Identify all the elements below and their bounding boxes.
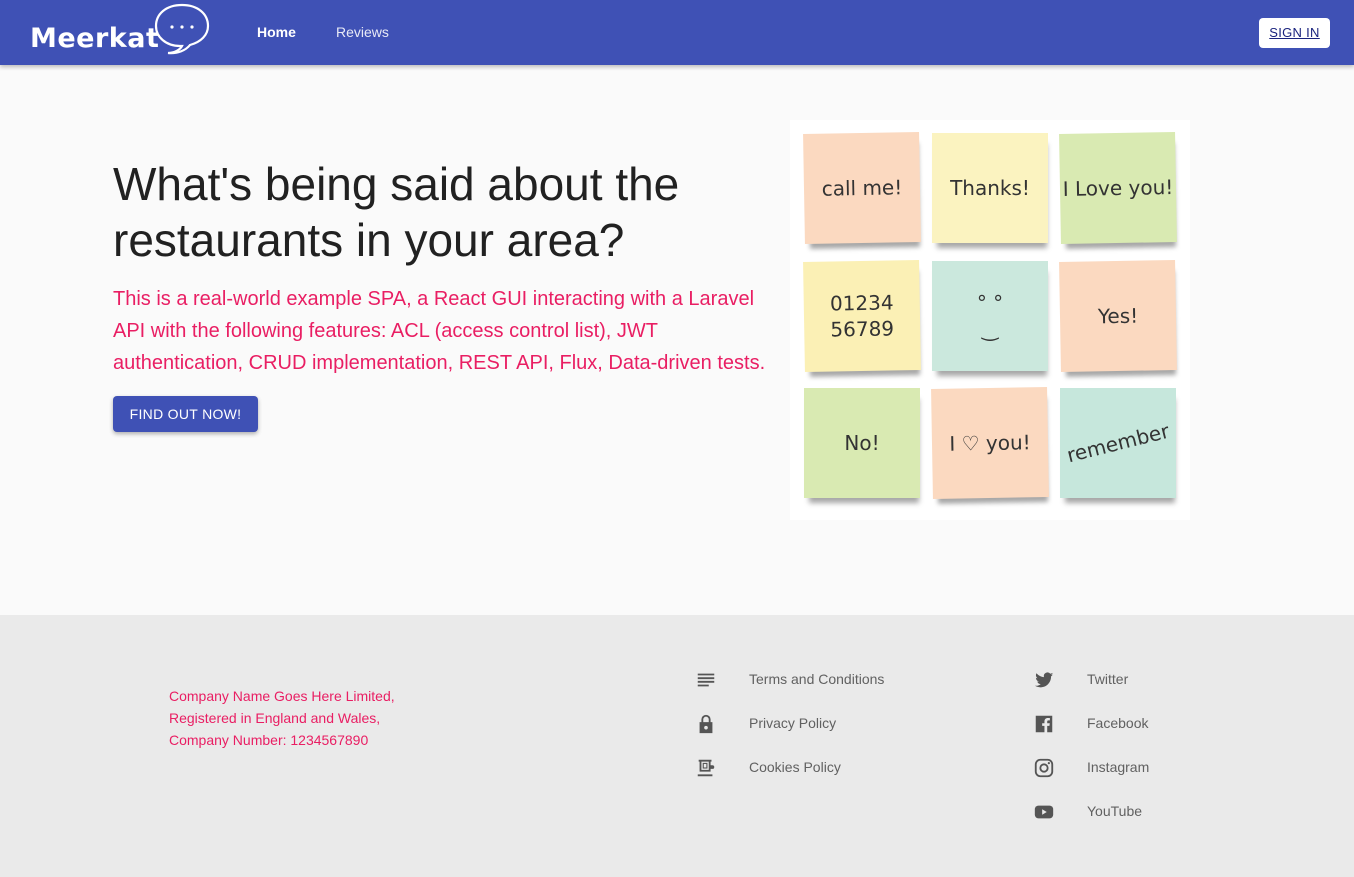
youtube-link[interactable]: YouTube xyxy=(1033,800,1142,824)
instagram-icon xyxy=(1034,758,1054,778)
sticky-note: call me! xyxy=(803,131,921,245)
note-text: 01234 56789 xyxy=(829,290,895,342)
sticky-notes-image: call me! Thanks! I Love you! 01234 56789… xyxy=(790,120,1190,520)
notes-icon xyxy=(697,673,715,687)
logo-text: Meerkat xyxy=(30,23,160,54)
company-line: Company Name Goes Here Limited, xyxy=(169,688,395,704)
note-text: ° ° ‿ xyxy=(976,291,1004,341)
hero-description: This is a real-world example SPA, a Reac… xyxy=(113,288,766,374)
coffee-icon xyxy=(697,759,715,777)
twitter-link[interactable]: Twitter xyxy=(1033,668,1128,692)
cookies-link[interactable]: Cookies Policy xyxy=(695,756,841,780)
note-text: call me! xyxy=(821,175,903,201)
sticky-note: ° ° ‿ xyxy=(932,261,1048,371)
lock-icon xyxy=(699,714,713,734)
company-line: Company Number: 1234567890 xyxy=(169,732,369,748)
cookies-link-label: Cookies Policy xyxy=(749,759,841,775)
twitter-link-label: Twitter xyxy=(1087,671,1129,687)
facebook-link-label: Facebook xyxy=(1087,715,1149,731)
find-out-now-button[interactable]: FIND OUT NOW! xyxy=(113,396,258,432)
terms-link[interactable]: Terms and Conditions xyxy=(695,668,884,692)
note-text: No! xyxy=(844,431,880,455)
facebook-icon xyxy=(1035,715,1053,733)
instagram-link[interactable]: Instagram xyxy=(1033,756,1149,780)
facebook-link[interactable]: Facebook xyxy=(1033,712,1148,736)
twitter-icon xyxy=(1034,672,1054,688)
sticky-note: I Love you! xyxy=(1059,131,1177,245)
sticky-note: remember xyxy=(1060,388,1176,498)
note-text: Yes! xyxy=(1097,303,1139,329)
company-info: Company Name Goes Here Limited, Register… xyxy=(169,685,395,751)
privacy-link[interactable]: Privacy Policy xyxy=(695,712,836,736)
terms-link-label: Terms and Conditions xyxy=(749,671,885,687)
sign-in-button[interactable]: SIGN IN xyxy=(1259,18,1330,48)
app-bar: Meerkat Home Reviews SIGN IN xyxy=(0,0,1354,65)
hero-title: What's being said about the restaurants … xyxy=(113,158,680,266)
speech-bubble-icon xyxy=(154,3,210,55)
note-text: I Love you! xyxy=(1062,175,1174,201)
sticky-note: Thanks! xyxy=(932,133,1048,243)
nav-reviews[interactable]: Reviews xyxy=(336,0,389,65)
note-text: Thanks! xyxy=(950,176,1030,200)
instagram-link-label: Instagram xyxy=(1087,759,1150,775)
meerkat-logo[interactable]: Meerkat xyxy=(28,3,212,59)
company-line: Registered in England and Wales, xyxy=(169,710,381,726)
nav-home[interactable]: Home xyxy=(257,0,296,65)
sticky-note: Yes! xyxy=(1059,259,1177,373)
privacy-link-label: Privacy Policy xyxy=(749,715,837,731)
youtube-link-label: YouTube xyxy=(1087,803,1143,819)
sticky-note: 01234 56789 xyxy=(803,259,921,373)
youtube-icon xyxy=(1034,805,1054,819)
note-text: I ♡ you! xyxy=(949,430,1031,456)
sticky-note: I ♡ you! xyxy=(931,386,1049,500)
note-text: remember xyxy=(1064,418,1172,468)
sticky-note: No! xyxy=(804,388,920,498)
